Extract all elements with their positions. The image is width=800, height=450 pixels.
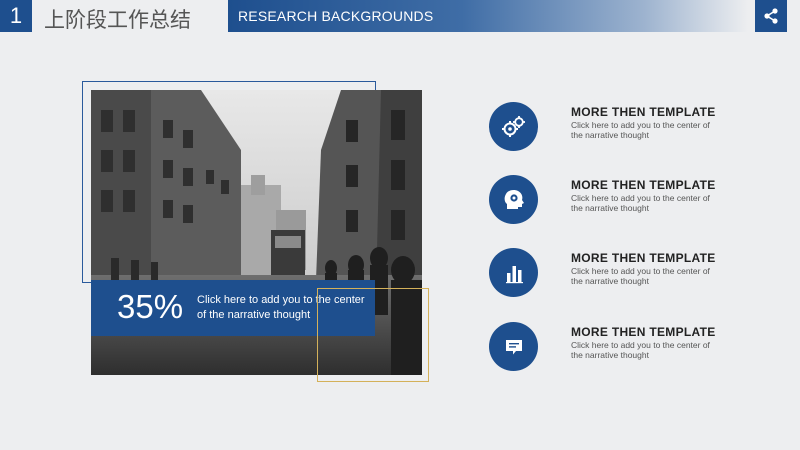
stat-value: 35% bbox=[117, 288, 184, 325]
feature-title: MORE THEN TEMPLATE bbox=[571, 251, 716, 265]
feature-icon-circle bbox=[489, 248, 538, 297]
share-icon bbox=[764, 8, 778, 24]
chat-bubble-icon bbox=[505, 339, 522, 354]
feature-desc: Click here to add you to the center of t… bbox=[571, 120, 710, 140]
feature-title: MORE THEN TEMPLATE bbox=[571, 105, 716, 119]
feature-item-4: MORE THEN TEMPLATE Click here to add you… bbox=[489, 322, 729, 372]
feature-item-3: MORE THEN TEMPLATE Click here to add you… bbox=[489, 248, 729, 298]
head-gear-icon bbox=[504, 189, 524, 209]
subtitle-label: RESEARCH BACKGROUNDS bbox=[238, 8, 434, 24]
feature-item-2: MORE THEN TEMPLATE Click here to add you… bbox=[489, 175, 729, 225]
feature-icon-circle bbox=[489, 322, 538, 371]
gears-icon bbox=[501, 115, 525, 137]
feature-icon-circle bbox=[489, 175, 538, 224]
bar-chart-icon bbox=[505, 265, 523, 283]
share-button[interactable] bbox=[755, 0, 787, 32]
feature-title: MORE THEN TEMPLATE bbox=[571, 178, 716, 192]
page-title: 上阶段工作总结 bbox=[44, 8, 191, 32]
feature-title: MORE THEN TEMPLATE bbox=[571, 325, 716, 339]
decorative-frame-gold bbox=[317, 288, 429, 382]
feature-desc: Click here to add you to the center of t… bbox=[571, 340, 710, 360]
slide-number: 1 bbox=[0, 0, 32, 32]
feature-desc: Click here to add you to the center of t… bbox=[571, 193, 710, 213]
feature-desc: Click here to add you to the center of t… bbox=[571, 266, 710, 286]
feature-icon-circle bbox=[489, 102, 538, 151]
feature-item-1: MORE THEN TEMPLATE Click here to add you… bbox=[489, 102, 729, 152]
subtitle-bar: RESEARCH BACKGROUNDS bbox=[228, 0, 748, 32]
